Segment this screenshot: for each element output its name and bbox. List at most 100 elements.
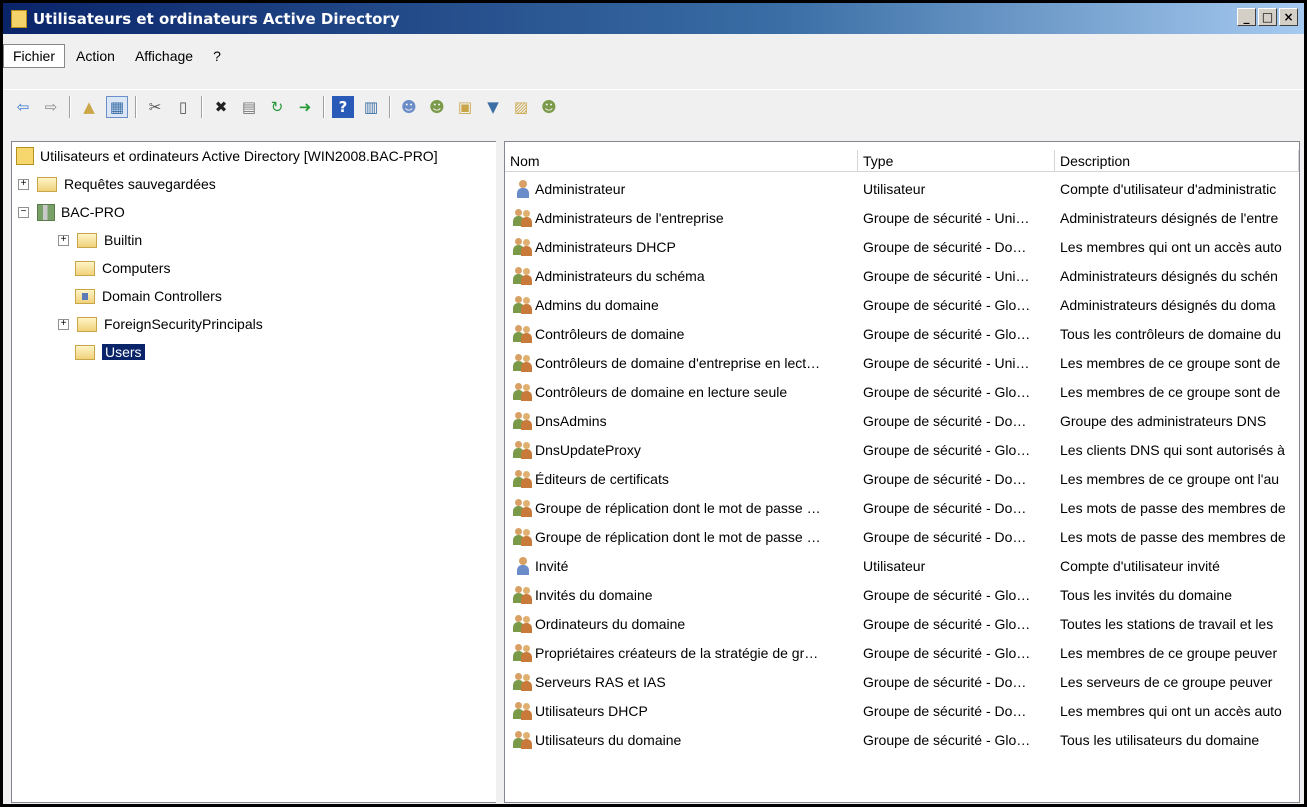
group-icon xyxy=(513,237,533,256)
tree-item-domain[interactable]: − BAC-PRO xyxy=(18,200,125,224)
cell-description: Tous les invités du domaine xyxy=(1060,586,1232,603)
show-tree-icon[interactable]: ▦ xyxy=(106,96,128,118)
table-row[interactable]: Contrôleurs de domaine en lecture seule G… xyxy=(505,377,1299,406)
maximize-button[interactable]: □ xyxy=(1258,8,1277,26)
collapse-icon[interactable]: − xyxy=(18,206,29,218)
delete-icon[interactable]: ✖ xyxy=(210,96,232,118)
group-icon xyxy=(513,527,533,546)
new-ou-icon[interactable]: ▣ xyxy=(454,96,476,118)
table-row[interactable]: Serveurs RAS et IAS Groupe de sécurité - … xyxy=(505,667,1299,696)
refresh-icon[interactable]: ↻ xyxy=(266,96,288,118)
list-pane[interactable]: Nom Type Description Administrateur Utili… xyxy=(504,141,1300,803)
cell-name: Invités du domaine xyxy=(505,585,858,604)
table-row[interactable]: DnsUpdateProxy Groupe de sécurité - Glo… L… xyxy=(505,435,1299,464)
menu-fichier[interactable]: Fichier xyxy=(3,44,66,68)
folder-icon xyxy=(77,316,97,332)
table-row[interactable]: Administrateur Utilisateur Compte d'utilis… xyxy=(505,174,1299,203)
cell-name: DnsAdmins xyxy=(505,411,858,430)
expand-icon[interactable]: + xyxy=(58,234,69,246)
cell-type: Groupe de sécurité - Do… xyxy=(863,673,1027,690)
tree-item-builtin[interactable]: + Builtin xyxy=(58,228,142,252)
table-row[interactable]: Groupe de réplication dont le mot de pas… xyxy=(505,522,1299,551)
title-bar[interactable]: Utilisateurs et ordinateurs Active Direc… xyxy=(3,3,1304,34)
table-row[interactable]: Invité Utilisateur Compte d'utilisateur in… xyxy=(505,551,1299,580)
column-header-description[interactable]: Description xyxy=(1055,150,1299,172)
new-user-icon[interactable]: ☻ xyxy=(398,96,420,118)
tree-item-label: Users xyxy=(102,344,145,360)
tree-item-domain-controllers[interactable]: Domain Controllers xyxy=(75,284,222,308)
cell-name: Administrateurs DHCP xyxy=(505,237,858,256)
pane-splitter[interactable] xyxy=(496,141,504,804)
table-row[interactable]: Propriétaires créateurs de la stratégie … xyxy=(505,638,1299,667)
view-icon[interactable]: ▥ xyxy=(360,96,382,118)
user-icon xyxy=(515,556,531,575)
menu-affichage[interactable]: Affichage xyxy=(126,45,202,67)
cell-type: Groupe de sécurité - Do… xyxy=(863,702,1027,719)
tree-item-foreign-security-principals[interactable]: + ForeignSecurityPrincipals xyxy=(58,312,263,336)
tree-item-label: Computers xyxy=(102,260,171,276)
cell-type: Groupe de sécurité - Glo… xyxy=(863,325,1031,342)
tree-item-label: Builtin xyxy=(104,232,143,248)
tree-item-saved-queries[interactable]: + Requêtes sauvegardées xyxy=(18,172,216,196)
group-icon xyxy=(513,353,533,372)
column-header-type[interactable]: Type xyxy=(858,150,1055,172)
object-name: Serveurs RAS et IAS xyxy=(535,673,666,690)
menu-help[interactable]: ? xyxy=(204,45,230,67)
object-name: Utilisateurs du domaine xyxy=(535,731,682,748)
table-row[interactable]: Contrôleurs de domaine d'entreprise en l… xyxy=(505,348,1299,377)
column-header-name[interactable]: Nom xyxy=(505,150,858,172)
tree-pane[interactable]: Utilisateurs et ordinateurs Active Direc… xyxy=(11,141,497,803)
cell-description: Tous les contrôleurs de domaine du xyxy=(1060,325,1282,342)
close-button[interactable]: × xyxy=(1279,8,1298,26)
minimize-button[interactable]: _ xyxy=(1237,8,1256,26)
cell-name: Administrateurs du schéma xyxy=(505,266,858,285)
cell-name: Administrateurs de l'entreprise xyxy=(505,208,858,227)
table-row[interactable]: Invités du domaine Groupe de sécurité - G… xyxy=(505,580,1299,609)
table-row[interactable]: Utilisateurs du domaine Groupe de sécurit… xyxy=(505,725,1299,754)
back-arrow-icon[interactable]: ⇦ xyxy=(12,96,34,118)
table-row[interactable]: Administrateurs DHCP Groupe de sécurité -… xyxy=(505,232,1299,261)
group-icon xyxy=(513,440,533,459)
up-folder-icon[interactable]: ▲ xyxy=(78,96,100,118)
table-row[interactable]: Groupe de réplication dont le mot de pas… xyxy=(505,493,1299,522)
group-icon xyxy=(513,672,533,691)
active-directory-icon xyxy=(16,147,34,165)
group-icon xyxy=(513,382,533,401)
help-icon[interactable]: ? xyxy=(332,96,354,118)
app-icon[interactable] xyxy=(11,9,27,28)
folder-icon xyxy=(37,176,57,192)
cell-name: Propriétaires créateurs de la stratégie … xyxy=(505,643,858,662)
add-to-group-icon[interactable]: ▨ xyxy=(510,96,532,118)
table-row[interactable]: Admins du domaine Groupe de sécurité - Gl… xyxy=(505,290,1299,319)
cell-type: Groupe de sécurité - Glo… xyxy=(863,731,1031,748)
copy-icon[interactable]: ▯ xyxy=(172,96,194,118)
export-icon[interactable]: ➜ xyxy=(294,96,316,118)
expand-icon[interactable]: + xyxy=(58,318,69,330)
cut-icon[interactable]: ✂ xyxy=(144,96,166,118)
cell-description: Les serveurs de ce groupe peuver xyxy=(1060,673,1273,690)
tree-item-users[interactable]: Users xyxy=(75,340,145,364)
forward-arrow-icon[interactable]: ⇨ xyxy=(40,96,62,118)
expand-icon[interactable]: + xyxy=(18,178,29,190)
cell-name: Ordinateurs du domaine xyxy=(505,614,858,633)
table-row[interactable]: Administrateurs du schéma Groupe de sécur… xyxy=(505,261,1299,290)
table-row[interactable]: Contrôleurs de domaine Groupe de sécurité… xyxy=(505,319,1299,348)
table-row[interactable]: Ordinateurs du domaine Groupe de sécurité… xyxy=(505,609,1299,638)
tree-item-computers[interactable]: Computers xyxy=(75,256,170,280)
table-row[interactable]: Administrateurs de l'entreprise Groupe de… xyxy=(505,203,1299,232)
table-row[interactable]: DnsAdmins Groupe de sécurité - Do… Groupe … xyxy=(505,406,1299,435)
cell-name: Administrateur xyxy=(505,179,858,198)
object-name: Contrôleurs de domaine d'entreprise en l… xyxy=(535,354,821,371)
menu-action[interactable]: Action xyxy=(67,45,124,67)
new-group-icon[interactable]: ☻ xyxy=(426,96,448,118)
cell-type: Groupe de sécurité - Glo… xyxy=(863,383,1031,400)
cell-type: Groupe de sécurité - Glo… xyxy=(863,615,1031,632)
find-icon[interactable]: ☻ xyxy=(538,96,560,118)
table-row[interactable]: Éditeurs de certificats Groupe de sécurit… xyxy=(505,464,1299,493)
cell-type: Groupe de sécurité - Uni… xyxy=(863,209,1030,226)
filter-icon[interactable]: ▼ xyxy=(482,96,504,118)
table-row[interactable]: Utilisateurs DHCP Groupe de sécurité - Do… xyxy=(505,696,1299,725)
object-name: Contrôleurs de domaine xyxy=(535,325,685,342)
properties-icon[interactable]: ▤ xyxy=(238,96,260,118)
tree-root[interactable]: Utilisateurs et ordinateurs Active Direc… xyxy=(16,144,438,168)
